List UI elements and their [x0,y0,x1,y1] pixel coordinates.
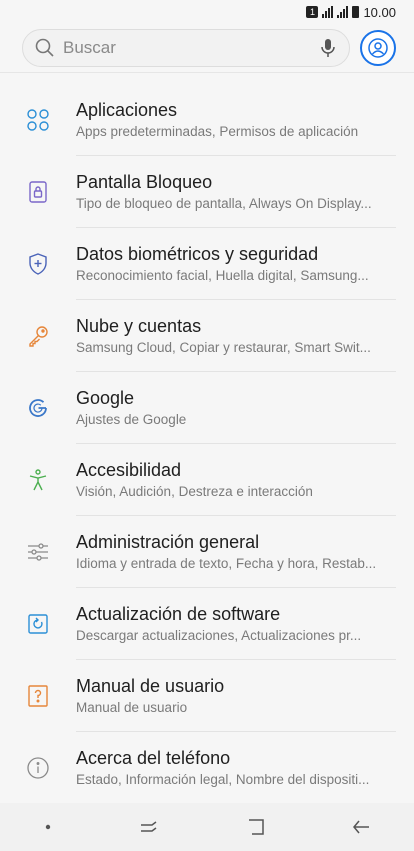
setting-software-update[interactable]: Actualización de software Descargar actu… [0,588,414,660]
setting-apps[interactable]: Aplicaciones Apps predeterminadas, Permi… [0,84,414,156]
nav-dot-icon[interactable] [43,822,53,832]
setting-subtitle: Ajustes de Google [76,412,187,427]
home-icon[interactable] [246,817,266,837]
info-icon [24,754,52,782]
setting-subtitle: Estado, Información legal, Nombre del di… [76,772,370,787]
sliders-icon [24,538,52,566]
key-icon [24,322,52,350]
setting-title: Pantalla Bloqueo [76,172,213,192]
cell-signal-icon [337,6,349,18]
clock: 10.00 [363,4,396,20]
update-icon [24,610,52,638]
setting-about-phone[interactable]: Acerca del teléfono Estado, Información … [0,732,414,804]
setting-cloud-accounts[interactable]: Nube y cuentas Samsung Cloud, Copiar y r… [0,300,414,372]
setting-subtitle: Reconocimiento facial, Huella digital, S… [76,268,369,283]
setting-title: Actualización de software [76,604,281,624]
google-icon [24,394,52,422]
search-input[interactable] [61,37,319,59]
setting-title: Aplicaciones [76,100,178,120]
search-row [22,28,396,68]
lock-icon [24,178,52,206]
setting-title: Administración general [76,532,260,552]
sim-indicator: 1 [306,6,319,18]
manual-icon [24,682,52,710]
wifi-signal-icon [322,6,334,18]
recent-apps-icon[interactable] [138,818,160,836]
account-icon [368,38,388,58]
setting-title: Nube y cuentas [76,316,202,336]
search-icon [35,38,55,58]
navigation-bar [0,803,414,851]
search-bar[interactable] [22,29,350,67]
setting-user-manual[interactable]: Manual de usuario Manual de usuario [0,660,414,732]
header-divider [0,72,414,73]
settings-list: Aplicaciones Apps predeterminadas, Permi… [0,84,414,804]
setting-subtitle: Descargar actualizaciones, Actualizacion… [76,628,362,643]
accessibility-icon [24,466,52,494]
account-button[interactable] [360,30,396,66]
setting-biometrics-security[interactable]: Datos biométricos y seguridad Reconocimi… [0,228,414,300]
setting-title: Google [76,388,135,408]
back-icon[interactable] [351,818,371,836]
setting-subtitle: Manual de usuario [76,700,188,715]
setting-general-management[interactable]: Administración general Idioma y entrada … [0,516,414,588]
apps-icon [24,106,52,134]
setting-google[interactable]: Google Ajustes de Google [0,372,414,444]
setting-title: Acerca del teléfono [76,748,231,768]
microphone-icon[interactable] [319,37,337,59]
battery-icon [352,6,360,18]
setting-title: Datos biométricos y seguridad [76,244,319,264]
setting-subtitle: Idioma y entrada de texto, Fecha y hora,… [76,556,377,571]
setting-title: Accesibilidad [76,460,182,480]
setting-subtitle: Apps predeterminadas, Permisos de aplica… [76,124,359,139]
setting-subtitle: Visión, Audición, Destreza e interacción [76,484,313,499]
setting-title: Manual de usuario [76,676,225,696]
setting-subtitle: Samsung Cloud, Copiar y restaurar, Smart… [76,340,371,355]
shield-icon [24,250,52,278]
setting-lock-screen[interactable]: Pantalla Bloqueo Tipo de bloqueo de pant… [0,156,414,228]
setting-subtitle: Tipo de bloqueo de pantalla, Always On D… [76,196,372,211]
setting-accessibility[interactable]: Accesibilidad Visión, Audición, Destreza… [0,444,414,516]
status-bar: 1 10.00 [0,0,414,24]
